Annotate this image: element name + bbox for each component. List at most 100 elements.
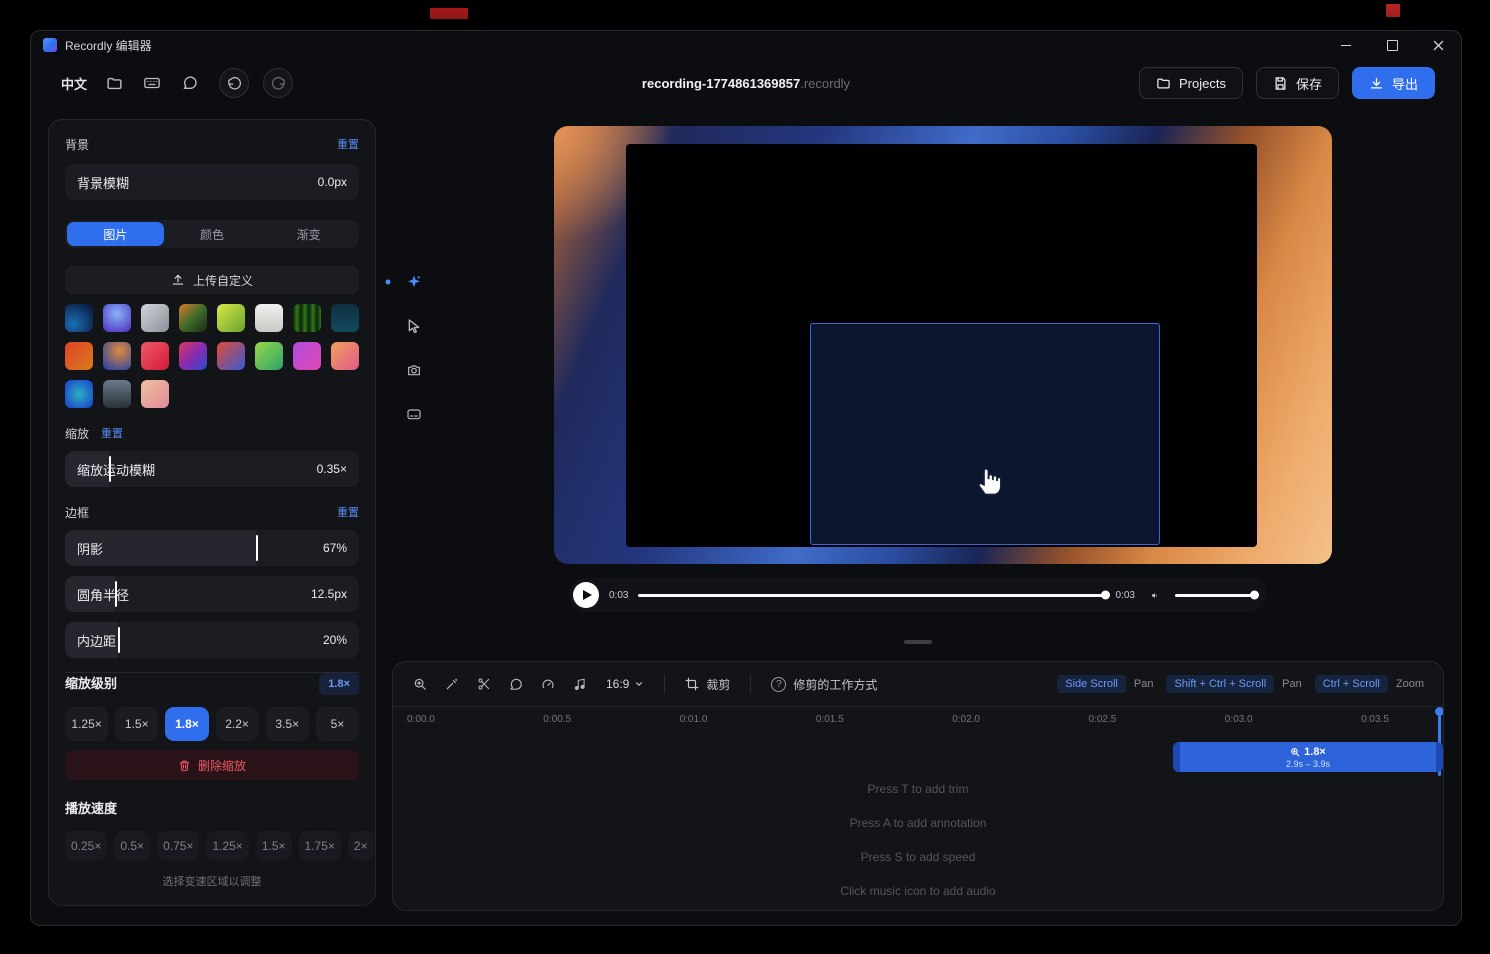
speed-option-1.25x[interactable]: 1.25×	[206, 831, 248, 861]
background-thumbnail-5[interactable]	[217, 304, 245, 332]
background-thumbnail-19[interactable]	[141, 380, 169, 408]
background-tab-3[interactable]: 渐变	[260, 222, 357, 246]
zoom-region-label: 1.8×	[1304, 746, 1326, 758]
maximize-button[interactable]	[1369, 31, 1415, 59]
keyboard-shortcuts-button[interactable]	[137, 68, 167, 98]
save-button[interactable]: 保存	[1256, 67, 1339, 99]
zoom-option-1.5x[interactable]: 1.5×	[115, 707, 158, 741]
feedback-button[interactable]	[175, 68, 205, 98]
padding-slider[interactable]: 内边距20%	[65, 622, 359, 658]
play-button[interactable]	[573, 582, 599, 608]
background-thumbnail-6[interactable]	[255, 304, 283, 332]
aspect-ratio-select[interactable]: 16:9	[599, 677, 651, 691]
scroll-shortcuts: Side ScrollPanShift + Ctrl + ScrollPanCt…	[1057, 675, 1429, 693]
progress-knob[interactable]	[1101, 591, 1110, 600]
projects-button[interactable]: Projects	[1139, 67, 1243, 99]
shortcut-action-3: Zoom	[1396, 678, 1424, 690]
sparkle-icon	[406, 272, 422, 292]
camera-tool-button[interactable]	[400, 356, 428, 384]
speed-option-0.25x[interactable]: 0.25×	[65, 831, 107, 861]
zoom-region[interactable]: 1.8× 2.9s – 3.9s	[1173, 742, 1443, 772]
zoom-option-5x[interactable]: 5×	[316, 707, 359, 741]
background-thumbnail-12[interactable]	[179, 342, 207, 370]
background-tab-2[interactable]: 颜色	[164, 222, 261, 246]
corner-radius-slider[interactable]: 圆角半径12.5px	[65, 576, 359, 612]
cursor-icon	[406, 318, 422, 334]
redo-button[interactable]	[263, 68, 293, 98]
zoom-option-1.25x[interactable]: 1.25×	[65, 707, 108, 741]
cursor-tool-button[interactable]	[400, 312, 428, 340]
ruler-tick-4: 0:01.5	[816, 714, 844, 725]
shadow-slider[interactable]: 阴影67%	[65, 530, 359, 566]
zoom-option-3.5x[interactable]: 3.5×	[266, 707, 309, 741]
speed-option-0.75x[interactable]: 0.75×	[157, 831, 199, 861]
crop-icon	[685, 677, 699, 691]
background-thumbnail-13[interactable]	[217, 342, 245, 370]
mute-button[interactable]	[1145, 585, 1165, 605]
speed-option-1.5x[interactable]: 1.5×	[256, 831, 292, 861]
minimize-button[interactable]	[1323, 31, 1369, 59]
speed-option-0.5x[interactable]: 0.5×	[114, 831, 150, 861]
background-reset-link[interactable]: 重置	[337, 138, 359, 152]
volume-slider[interactable]	[1175, 589, 1255, 601]
progress-slider[interactable]	[638, 589, 1105, 601]
background-thumbnail-15[interactable]	[293, 342, 321, 370]
background-thumbnail-10[interactable]	[103, 342, 131, 370]
speed-option-1.75x[interactable]: 1.75×	[299, 831, 341, 861]
speed-option-2x[interactable]: 2×	[348, 831, 374, 861]
speed-tool-button[interactable]	[535, 671, 561, 697]
timeline-ruler[interactable]: 0:00.00:00.50:01.00:01.50:02.00:02.50:03…	[393, 707, 1443, 733]
zoom-tool-button[interactable]	[400, 268, 428, 296]
background-thumbnail-3[interactable]	[141, 304, 169, 332]
background-tab-1[interactable]: 图片	[67, 222, 164, 246]
close-button[interactable]	[1415, 31, 1461, 59]
background-thumbnail-18[interactable]	[103, 380, 131, 408]
cut-tool-button[interactable]	[471, 671, 497, 697]
document-name: recording-1774861369857	[642, 76, 800, 91]
document-title: recording-1774861369857.recordly	[642, 76, 850, 91]
crop-button[interactable]: 裁剪	[678, 676, 737, 693]
music-tool-button[interactable]	[567, 671, 593, 697]
zoom-motion-blur-slider[interactable]: 缩放运动模糊 0.35×	[65, 451, 359, 487]
background-thumbnail-8[interactable]	[331, 304, 359, 332]
background-thumbnail-16[interactable]	[331, 342, 359, 370]
undo-button[interactable]	[219, 68, 249, 98]
upload-custom-button[interactable]: 上传自定义	[65, 266, 359, 294]
zoom-option-2.2x[interactable]: 2.2×	[216, 707, 259, 741]
duration: 0:03	[1116, 590, 1135, 601]
shadow-slider-value: 67%	[323, 541, 347, 555]
zoom-option-1.8x[interactable]: 1.8×	[165, 707, 208, 741]
background-blur-slider[interactable]: 背景模糊 0.0px	[65, 164, 359, 200]
current-time: 0:03	[609, 590, 628, 601]
zoom-reset-link[interactable]: 重置	[101, 427, 123, 441]
panel-resize-handle[interactable]	[904, 640, 932, 644]
delete-zoom-button[interactable]: 删除缩放	[65, 750, 359, 780]
timeline-hint-3: Press S to add speed	[861, 850, 976, 864]
background-thumbnail-9[interactable]	[65, 342, 93, 370]
volume-knob[interactable]	[1250, 591, 1259, 600]
background-thumbnail-14[interactable]	[255, 342, 283, 370]
trim-tool-button[interactable]	[439, 671, 465, 697]
background-thumbnail-11[interactable]	[141, 342, 169, 370]
timeline-hint-1: Press T to add trim	[868, 782, 969, 796]
captions-tool-button[interactable]	[400, 400, 428, 428]
background-thumbnail-4[interactable]	[179, 304, 207, 332]
background-thumbnail-1[interactable]	[65, 304, 93, 332]
annotation-tool-button[interactable]	[503, 671, 529, 697]
background-thumbnail-7[interactable]	[293, 304, 321, 332]
volume-icon	[1151, 588, 1159, 603]
window-controls	[1323, 31, 1461, 59]
export-button[interactable]: 导出	[1352, 67, 1435, 99]
trim-help-button[interactable]: ? 修剪的工作方式	[764, 676, 884, 693]
open-file-button[interactable]	[99, 68, 129, 98]
timeline-zoom-button[interactable]	[407, 671, 433, 697]
background-thumbnail-2[interactable]	[103, 304, 131, 332]
language-button[interactable]: 中文	[57, 74, 91, 93]
border-section-title: 边框	[65, 506, 89, 520]
zoom-selection-rectangle[interactable]	[810, 323, 1160, 545]
video-preview[interactable]	[554, 126, 1332, 564]
background-section-header: 背景 重置	[65, 138, 359, 152]
timeline-hint-4: Click music icon to add audio	[840, 884, 995, 898]
background-thumbnail-17[interactable]	[65, 380, 93, 408]
border-reset-link[interactable]: 重置	[337, 506, 359, 520]
